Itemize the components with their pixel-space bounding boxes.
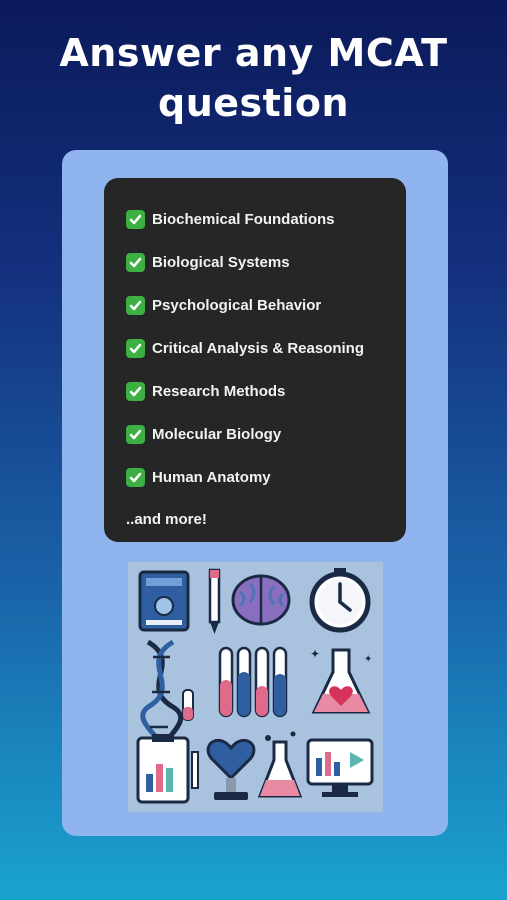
check-icon — [126, 210, 145, 229]
stopwatch-icon — [309, 568, 371, 633]
topic-item: Biological Systems — [126, 241, 406, 284]
promo-card: Biochemical Foundations Biological System… — [62, 150, 448, 836]
brain-icon — [231, 574, 291, 626]
topic-item: Human Anatomy — [126, 456, 406, 499]
topic-label: Biochemical Foundations — [152, 211, 335, 228]
flask-heart-icon: ✦ ✦ — [310, 647, 372, 714]
topic-label: Psychological Behavior — [152, 297, 322, 314]
check-icon — [126, 253, 145, 272]
topic-list: Biochemical Foundations Biological System… — [126, 198, 406, 499]
svg-text:✦: ✦ — [364, 654, 372, 665]
pencil-icon — [208, 568, 221, 634]
topic-label: Critical Analysis & Reasoning — [152, 340, 365, 357]
check-icon — [126, 296, 145, 315]
test-tubes-icon — [218, 646, 288, 718]
topic-label: Human Anatomy — [152, 469, 271, 486]
topic-label: Molecular Biology — [152, 426, 282, 443]
topic-item: Molecular Biology — [126, 413, 406, 456]
beaker-icon — [257, 731, 303, 798]
svg-text:✦: ✦ — [310, 647, 320, 661]
topic-item: Critical Analysis & Reasoning — [126, 327, 406, 370]
check-icon — [126, 468, 145, 487]
check-icon — [126, 382, 145, 401]
book-icon — [138, 570, 190, 632]
monitor-chart-icon — [306, 738, 374, 797]
headline: Answer any MCAT question — [59, 31, 448, 125]
topic-item: Biochemical Foundations — [126, 198, 406, 241]
clipboard-chart-icon — [136, 734, 199, 804]
more-text: ..and more! — [126, 510, 207, 528]
topics-panel: Biochemical Foundations Biological System… — [104, 178, 406, 542]
check-icon — [126, 339, 145, 358]
heart-trophy-icon — [206, 738, 256, 800]
topic-label: Biological Systems — [152, 254, 290, 271]
check-icon — [126, 425, 145, 444]
topic-item: Research Methods — [126, 370, 406, 413]
science-illustration: ✦ ✦ — [128, 562, 383, 812]
topic-label: Research Methods — [152, 383, 286, 400]
topic-item: Psychological Behavior — [126, 284, 406, 327]
